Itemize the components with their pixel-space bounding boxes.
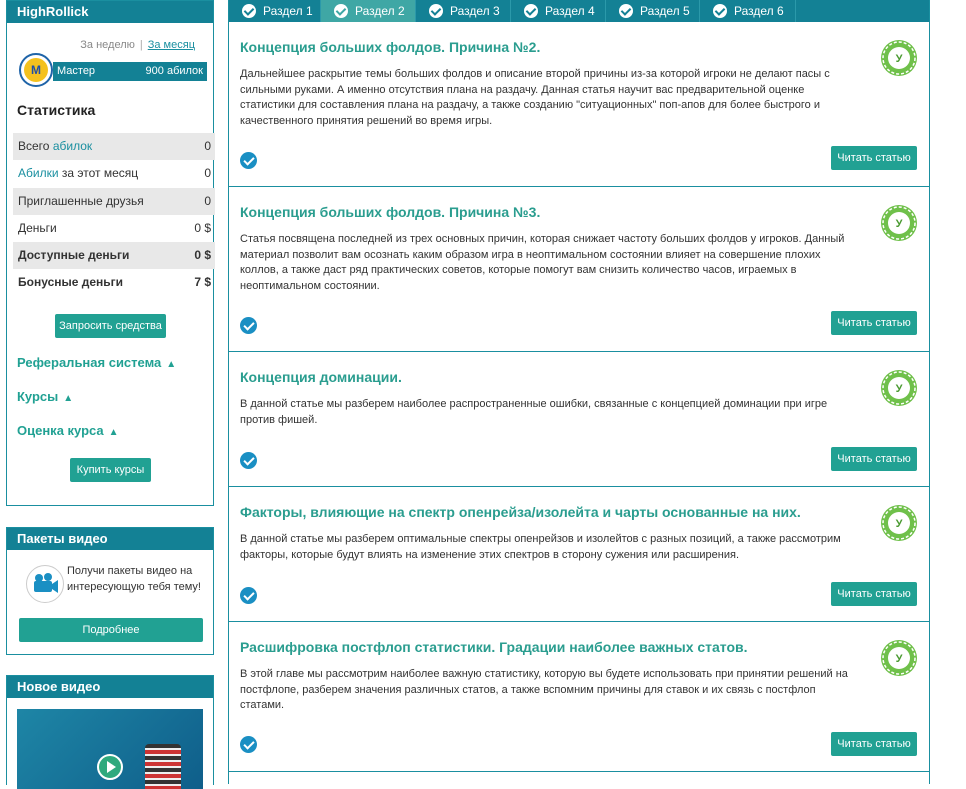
courses-toggle[interactable]: Курсы ▲ [17, 389, 73, 404]
check-icon [713, 4, 727, 18]
period-month-link[interactable]: За месяц [148, 39, 195, 51]
level-seal-icon: У [881, 505, 917, 541]
referral-toggle[interactable]: Реферальная система ▲ [17, 355, 176, 370]
article-title[interactable]: Концепция доминации. [240, 369, 402, 385]
level-seal-icon: У [881, 370, 917, 406]
article-title[interactable]: Концепция больших фолдов. Причина №3. [240, 204, 540, 220]
level-seal-icon: У [881, 205, 917, 241]
svg-text:У: У [896, 218, 903, 230]
article-description: В данной статье мы разберем наиболее рас… [240, 398, 828, 426]
read-article-button[interactable]: Читать статью [831, 732, 917, 756]
article-title[interactable]: Факторы, влияющие на спектр опенрейза/из… [240, 504, 801, 520]
period-switch: За неделю | За месяц [80, 39, 195, 51]
video-camera-icon [26, 565, 64, 603]
article-description: В данной статье мы разберем оптимальные … [240, 533, 841, 561]
tab-section-1[interactable]: Раздел 1 [229, 0, 321, 22]
article-card: Концепция больших фолдов. Причина №3. Ст… [229, 187, 929, 352]
completed-check-icon [240, 317, 257, 334]
new-video-title: Новое видео [7, 676, 213, 698]
chevron-up-icon: ▲ [63, 393, 74, 404]
rank-badge-icon: M [19, 53, 53, 87]
period-week-link[interactable]: За неделю [80, 39, 135, 51]
video-packs-title: Пакеты видео [7, 528, 213, 550]
video-thumbnail[interactable] [17, 709, 203, 789]
stat-value: 0 [204, 139, 211, 153]
read-article-button[interactable]: Читать статью [831, 311, 917, 335]
chevron-up-icon: ▲ [166, 359, 177, 370]
check-icon [524, 4, 538, 18]
completed-check-icon [240, 452, 257, 469]
rank-bar: Мастер 900 абилок [53, 62, 207, 81]
svg-text:У: У [896, 53, 903, 65]
article-card: Концепция доминации. В данной статье мы … [229, 352, 929, 487]
read-article-button[interactable]: Читать статью [831, 447, 917, 471]
profile-panel: HighRollick За неделю | За месяц M Мастер … [6, 0, 215, 506]
abilki-link[interactable]: Абилки [18, 166, 59, 180]
video-packs-panel: Пакеты видео Получи пакеты видео на инте… [6, 527, 214, 655]
stat-value: 0 $ [194, 221, 211, 235]
svg-text:У: У [896, 653, 903, 665]
play-icon[interactable] [97, 754, 123, 780]
video-packs-text: Получи пакеты видео на интересующую тебя… [67, 565, 201, 593]
check-icon [334, 4, 348, 18]
level-seal-icon: У [881, 40, 917, 76]
rank-name: Мастер [57, 65, 96, 77]
stat-value: 7 $ [194, 275, 211, 289]
new-video-panel: Новое видео [6, 675, 214, 789]
completed-check-icon [240, 587, 257, 604]
stat-row-friends: Приглашенные друзья 0 [13, 188, 215, 215]
chevron-up-icon: ▲ [108, 427, 119, 438]
tab-section-2[interactable]: Раздел 2 [321, 0, 416, 22]
completed-check-icon [240, 152, 257, 169]
check-icon [242, 4, 256, 18]
main-content: Раздел 1 Раздел 2 Раздел 3 Раздел 4 Разд… [228, 0, 930, 784]
stat-value: 0 [204, 166, 211, 180]
svg-text:У: У [896, 518, 903, 530]
article-card: Факторы, влияющие на спектр опенрейза/из… [229, 487, 929, 622]
check-icon [619, 4, 633, 18]
section-tabs: Раздел 1 Раздел 2 Раздел 3 Раздел 4 Разд… [229, 0, 929, 22]
article-title[interactable]: Концепция больших фолдов. Причина №2. [240, 39, 540, 55]
tab-section-3[interactable]: Раздел 3 [416, 0, 511, 22]
completed-check-icon [240, 736, 257, 753]
stat-row-money: Деньги 0 $ [13, 215, 215, 242]
stat-row-total: Всего абилок 0 [13, 133, 215, 160]
article-card: Концепция больших фолдов. Причина №2. Да… [229, 22, 929, 187]
stat-row-bonus: Бонусные деньги 7 $ [13, 269, 215, 296]
stats-title: Статистика [17, 102, 96, 118]
article-description: В этой главе мы рассмотрим наиболее важн… [240, 668, 848, 711]
stat-row-month: Абилки за этот месяц 0 [13, 160, 215, 187]
rank-points: 900 абилок [145, 65, 203, 77]
course-rating-toggle[interactable]: Оценка курса ▲ [17, 423, 119, 438]
poker-chips-image [145, 744, 181, 789]
tab-section-6[interactable]: Раздел 6 [700, 0, 796, 22]
stat-row-available: Доступные деньги 0 $ [13, 242, 215, 269]
abilok-link[interactable]: абилок [53, 139, 92, 153]
read-article-button[interactable]: Читать статью [831, 582, 917, 606]
article-description: Статья посвящена последней из трех основ… [240, 233, 845, 292]
check-icon [429, 4, 443, 18]
article-title[interactable]: Расшифровка постфлоп статистики. Градаци… [240, 639, 748, 655]
stat-value: 0 $ [194, 248, 211, 262]
level-seal-icon: У [881, 640, 917, 676]
article-description: Дальнейшее раскрытие темы больших фолдов… [240, 68, 830, 127]
tab-section-5[interactable]: Раздел 5 [606, 0, 700, 22]
tab-section-4[interactable]: Раздел 4 [511, 0, 606, 22]
article-card: Расшифровка постфлоп статистики. Градаци… [229, 622, 929, 772]
svg-text:У: У [896, 383, 903, 395]
stat-value: 0 [204, 194, 211, 208]
buy-courses-button[interactable]: Купить курсы [70, 458, 151, 482]
brand-title: HighRollick [7, 1, 213, 23]
more-button[interactable]: Подробнее [19, 618, 203, 642]
request-funds-button[interactable]: Запросить средства [55, 314, 166, 338]
read-article-button[interactable]: Читать статью [831, 146, 917, 170]
